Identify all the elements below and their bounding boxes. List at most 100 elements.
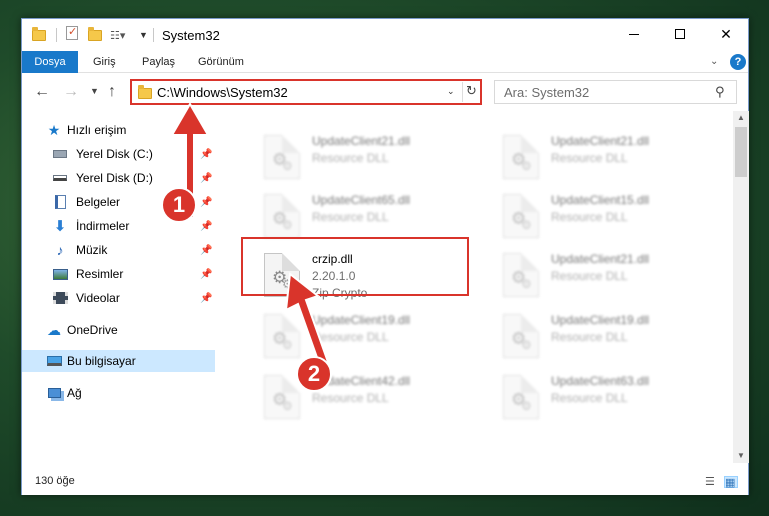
cloud-icon: ☁ — [47, 321, 61, 338]
scroll-down-icon[interactable]: ▼ — [737, 451, 745, 460]
nav-item-pictures[interactable]: Resimler 📌 — [22, 263, 215, 285]
minimize-button[interactable] — [611, 19, 657, 49]
up-arrow-icon[interactable]: ↑ — [108, 83, 116, 101]
dll-file-icon: ⚙ ⚙ — [503, 253, 539, 297]
music-icon: ♪ — [56, 242, 64, 258]
back-arrow-icon[interactable]: ← — [34, 83, 50, 101]
toolbar-divider — [153, 28, 154, 42]
pin-icon[interactable]: 📌 — [200, 293, 212, 304]
nav-item-this-pc[interactable]: Bu bilgisayar — [22, 350, 215, 372]
file-description: Resource DLL — [551, 151, 628, 165]
address-dropdown-chevron-icon[interactable]: ⌄ — [447, 86, 455, 97]
callout-badge-1: 1 — [161, 187, 197, 223]
nav-item-label: Müzik — [76, 243, 108, 257]
file-tile[interactable]: ⚙ ⚙ UpdateClient21.dll Resource DLL — [264, 131, 489, 187]
item-count: 130 öğe — [35, 475, 75, 487]
file-description: Resource DLL — [551, 330, 628, 344]
pin-icon[interactable]: 📌 — [200, 221, 212, 232]
drive-icon — [52, 146, 68, 162]
dll-file-icon: ⚙ ⚙ — [503, 314, 539, 358]
forward-arrow-icon[interactable]: → — [63, 83, 79, 101]
properties-icon[interactable] — [66, 25, 78, 40]
expand-ribbon-chevron-icon[interactable]: ⌄ — [710, 56, 718, 67]
dll-file-icon: ⚙ ⚙ — [264, 135, 300, 179]
dll-file-icon: ⚙ ⚙ — [503, 135, 539, 179]
search-placeholder[interactable]: Ara: System32 — [504, 85, 589, 100]
dll-file-icon: ⚙ ⚙ — [264, 194, 300, 238]
tab-file[interactable]: Dosya — [22, 51, 78, 73]
nav-item-label: OneDrive — [67, 323, 118, 337]
refresh-icon[interactable]: ↻ — [466, 83, 477, 99]
nav-item-label: Resimler — [76, 267, 124, 281]
file-description: Resource DLL — [551, 391, 628, 405]
file-name: UpdateClient21.dll — [312, 134, 411, 148]
nav-item-network[interactable]: Ağ — [22, 382, 215, 404]
search-box[interactable]: Ara: System32 ⚲ — [494, 80, 737, 104]
file-description: Resource DLL — [551, 269, 628, 283]
video-icon — [52, 290, 68, 306]
callout-badge-2: 2 — [296, 356, 332, 392]
scroll-up-icon[interactable]: ▲ — [737, 113, 745, 122]
file-tile[interactable]: ⚙ ⚙ UpdateClient15.dll Resource DLL — [503, 190, 728, 246]
vertical-scrollbar[interactable]: ▲ ▼ — [733, 111, 749, 463]
navigation-bar: ← → ▼ ↑ C:\Windows\System32 ⌄ ↻ Ara: Sys… — [22, 74, 748, 110]
nav-item-label: Yerel Disk (C:) — [76, 147, 153, 161]
dll-file-icon: ⚙ ⚙ — [503, 375, 539, 419]
pin-icon[interactable]: 📌 — [200, 269, 212, 280]
file-tile[interactable]: ⚙ ⚙ UpdateClient21.dll Resource DLL — [503, 131, 728, 187]
file-tile[interactable]: ⚙ ⚙ UpdateClient19.dll Resource DLL — [503, 310, 728, 366]
file-description: Resource DLL — [312, 151, 389, 165]
callout-arrow-2 — [284, 272, 330, 368]
nav-item-onedrive[interactable]: ☁ OneDrive — [22, 319, 215, 341]
search-icon[interactable]: ⚲ — [715, 84, 725, 100]
computer-icon — [46, 353, 62, 369]
tab-view[interactable]: Görünüm — [190, 51, 252, 73]
view-options-icon[interactable]: ☷▾ — [110, 26, 125, 44]
network-icon — [46, 385, 62, 401]
dll-file-icon: ⚙ ⚙ — [503, 194, 539, 238]
file-name: UpdateClient21.dll — [551, 134, 650, 148]
window-title: System32 — [162, 28, 220, 43]
drive-icon — [52, 170, 68, 186]
recent-locations-chevron-icon[interactable]: ▼ — [90, 86, 99, 96]
star-icon: ★ — [47, 121, 61, 138]
explorer-window: ☷▾ ▼ System32 ✕ Dosya Giriş Paylaş Görün… — [21, 18, 749, 495]
documents-icon — [52, 194, 68, 210]
ribbon-tabs: Dosya Giriş Paylaş Görünüm ⌄ ? — [22, 51, 748, 73]
file-description: Resource DLL — [312, 210, 389, 224]
nav-item-label: İndirmeler — [76, 219, 130, 233]
nav-item-videos[interactable]: Videolar 📌 — [22, 287, 215, 309]
file-description: Resource DLL — [551, 210, 628, 224]
customize-toolbar-chevron-icon[interactable]: ▼ — [139, 26, 148, 44]
nav-item-label: Ağ — [67, 386, 82, 400]
file-tile[interactable]: ⚙ ⚙ UpdateClient21.dll Resource DLL — [503, 249, 728, 305]
details-view-icon[interactable]: ☰ — [705, 476, 719, 488]
close-button[interactable]: ✕ — [703, 19, 749, 49]
title-bar: ☷▾ ▼ System32 ✕ — [22, 19, 748, 51]
pin-icon[interactable]: 📌 — [200, 245, 212, 256]
quick-access-folder-icon[interactable] — [32, 26, 46, 44]
toolbar-divider — [56, 28, 57, 42]
nav-item-label: Belgeler — [76, 195, 121, 209]
download-icon: ⬇ — [53, 218, 67, 235]
help-icon[interactable]: ? — [730, 54, 746, 70]
nav-item-music[interactable]: ♪ Müzik 📌 — [22, 239, 215, 261]
address-path[interactable]: C:\Windows\System32 — [157, 85, 288, 100]
file-tile[interactable]: ⚙ ⚙ UpdateClient63.dll Resource DLL — [503, 371, 728, 427]
nav-item-label: Bu bilgisayar — [67, 354, 136, 368]
address-divider — [462, 82, 463, 102]
maximize-button[interactable] — [657, 19, 703, 49]
status-bar: 130 öğe ☰ ▦ — [22, 469, 748, 495]
pictures-icon — [52, 266, 68, 282]
nav-item-label: Yerel Disk (D:) — [76, 171, 153, 185]
tab-share[interactable]: Paylaş — [134, 51, 183, 73]
file-description: Resource DLL — [312, 391, 389, 405]
scrollbar-thumb[interactable] — [735, 127, 747, 177]
nav-item-label: Videolar — [76, 291, 120, 305]
tab-home[interactable]: Giriş — [85, 51, 124, 73]
nav-item-label: Hızlı erişim — [67, 123, 127, 137]
new-folder-icon[interactable] — [88, 26, 102, 44]
tiles-view-icon[interactable]: ▦ — [724, 476, 738, 489]
file-name: UpdateClient65.dll — [312, 193, 411, 207]
folder-icon — [138, 85, 152, 99]
